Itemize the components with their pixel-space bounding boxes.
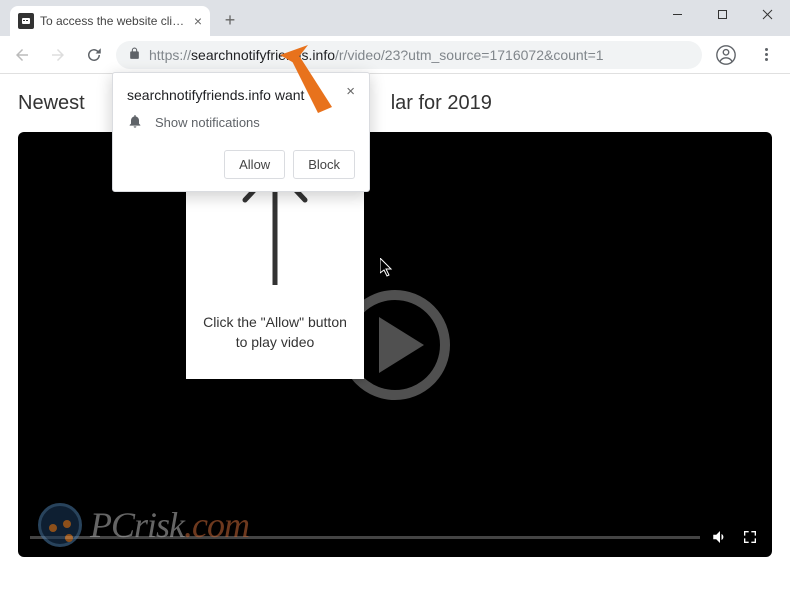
block-button[interactable]: Block xyxy=(293,150,355,179)
url-text: https://searchnotifyfriends.info/r/video… xyxy=(149,47,690,63)
minimize-button[interactable] xyxy=(655,0,700,28)
forward-button[interactable] xyxy=(44,41,72,69)
tab-close-icon[interactable]: × xyxy=(194,13,202,29)
watermark-text: PCrisk.com xyxy=(90,504,249,546)
overlay-line2: to play video xyxy=(203,333,347,353)
play-icon xyxy=(379,317,424,373)
url-path: /r/video/23?utm_source=1716072&count=1 xyxy=(335,47,604,63)
annotation-arrow-icon xyxy=(270,45,350,130)
browser-toolbar: https://searchnotifyfriends.info/r/video… xyxy=(0,36,790,74)
reload-button[interactable] xyxy=(80,41,108,69)
window-titlebar: To access the website click the "A × + xyxy=(0,0,790,36)
bell-icon xyxy=(127,113,143,132)
overlay-instruction: Click the "Allow" button to play video xyxy=(203,313,347,352)
volume-icon[interactable] xyxy=(710,527,730,547)
lock-icon xyxy=(128,47,141,63)
url-scheme: https:// xyxy=(149,47,191,63)
close-window-button[interactable] xyxy=(745,0,790,28)
video-player[interactable]: PCrisk.com xyxy=(18,132,772,557)
notification-prompt: Show notifications xyxy=(155,115,260,130)
watermark: PCrisk.com xyxy=(38,503,249,547)
tab-title: To access the website click the "A xyxy=(40,14,188,28)
window-controls xyxy=(655,0,790,28)
menu-button[interactable] xyxy=(750,39,782,71)
maximize-button[interactable] xyxy=(700,0,745,28)
header-right: lar for 2019 xyxy=(391,92,492,115)
new-tab-button[interactable]: + xyxy=(220,10,240,31)
address-bar[interactable]: https://searchnotifyfriends.info/r/video… xyxy=(116,41,702,69)
browser-tab[interactable]: To access the website click the "A × xyxy=(10,6,210,36)
overlay-line1: Click the "Allow" button xyxy=(203,313,347,333)
back-button[interactable] xyxy=(8,41,36,69)
fullscreen-icon[interactable] xyxy=(740,527,760,547)
allow-button[interactable]: Allow xyxy=(224,150,285,179)
watermark-logo-icon xyxy=(38,503,82,547)
wm-pc: PC xyxy=(90,505,134,545)
mouse-cursor-icon xyxy=(380,258,396,283)
tab-favicon-icon xyxy=(18,13,34,29)
profile-button[interactable] xyxy=(710,39,742,71)
wm-risk: risk xyxy=(134,505,184,545)
header-left: Newest xyxy=(18,92,85,115)
wm-dotcom: .com xyxy=(184,505,249,545)
